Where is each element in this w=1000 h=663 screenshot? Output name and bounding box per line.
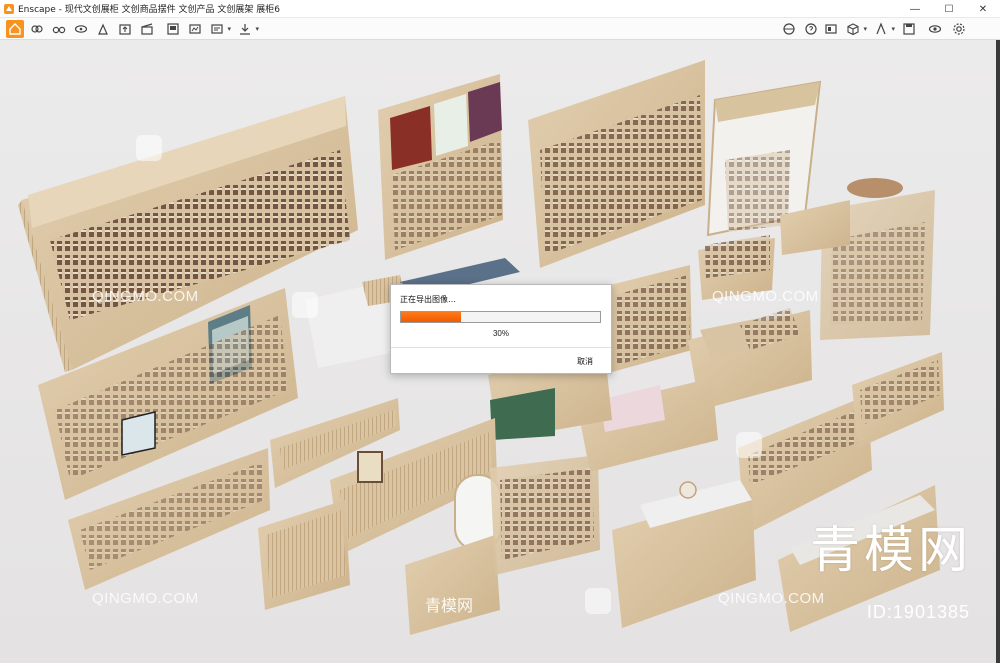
watermark-cn-text: 青模网 — [425, 596, 474, 615]
settings-icon[interactable] — [950, 20, 968, 38]
batch-icon[interactable] — [822, 20, 840, 38]
home-icon[interactable] — [6, 20, 24, 38]
watermark-logo-icon — [736, 432, 762, 458]
window-controls: — ☐ ✕ — [898, 0, 1000, 18]
export-icon[interactable]: ▾ — [236, 20, 259, 38]
watermark-text: QINGMO.COM — [92, 288, 199, 305]
cube-icon[interactable]: ▾ — [844, 20, 867, 38]
link-icon[interactable] — [28, 20, 46, 38]
maximize-icon[interactable]: ☐ — [932, 0, 966, 18]
panorama-icon[interactable] — [780, 20, 798, 38]
watermark-text: QINGMO.COM — [718, 590, 825, 607]
help-icon[interactable] — [802, 20, 820, 38]
window-edge — [996, 40, 1000, 663]
view-list-icon[interactable]: ▾ — [208, 20, 231, 38]
visual-settings-icon[interactable] — [926, 20, 944, 38]
watermark-logo-icon — [292, 292, 318, 318]
save-icon[interactable] — [900, 20, 918, 38]
cancel-button[interactable]: 取消 — [577, 356, 593, 367]
minimize-icon[interactable]: — — [898, 0, 932, 18]
upload-icon[interactable] — [116, 20, 134, 38]
clapperboard-icon[interactable] — [138, 20, 156, 38]
watermark-logo-icon — [585, 588, 611, 614]
watermark-logo-icon — [136, 135, 162, 161]
enscape-logo-icon — [4, 3, 14, 14]
binoculars-icon[interactable] — [50, 20, 68, 38]
progress-percent: 30% — [492, 329, 509, 338]
watermark-text: QINGMO.COM — [92, 590, 199, 607]
dialog-divider — [391, 347, 611, 348]
watermark-text: QINGMO.COM — [712, 288, 819, 305]
id-watermark: ID:1901385 — [866, 602, 970, 622]
screenshot-icon[interactable] — [186, 20, 204, 38]
progress-fill — [401, 312, 461, 322]
window-title: Enscape - 现代文创展柜 文创商品摆件 文创产品 文创展架 展柜6 — [18, 5, 280, 15]
eye-icon[interactable] — [72, 20, 90, 38]
dialog-title: 正在导出图像… — [400, 295, 456, 304]
export-progress-dialog: 正在导出图像… 30% 取消 — [390, 284, 612, 374]
render-icon[interactable] — [164, 20, 182, 38]
title-bar: Enscape - 现代文创展柜 文创商品摆件 文创产品 文创展架 展柜6 — … — [0, 0, 1000, 18]
person-icon[interactable] — [94, 20, 112, 38]
brand-watermark: 青模网 — [810, 521, 972, 579]
asset-icon[interactable]: ▾ — [872, 20, 895, 38]
close-icon[interactable]: ✕ — [966, 0, 1000, 18]
toolbar: ▾ ▾ ▾ ▾ — [0, 18, 1000, 48]
export-progress-bar — [400, 311, 601, 323]
